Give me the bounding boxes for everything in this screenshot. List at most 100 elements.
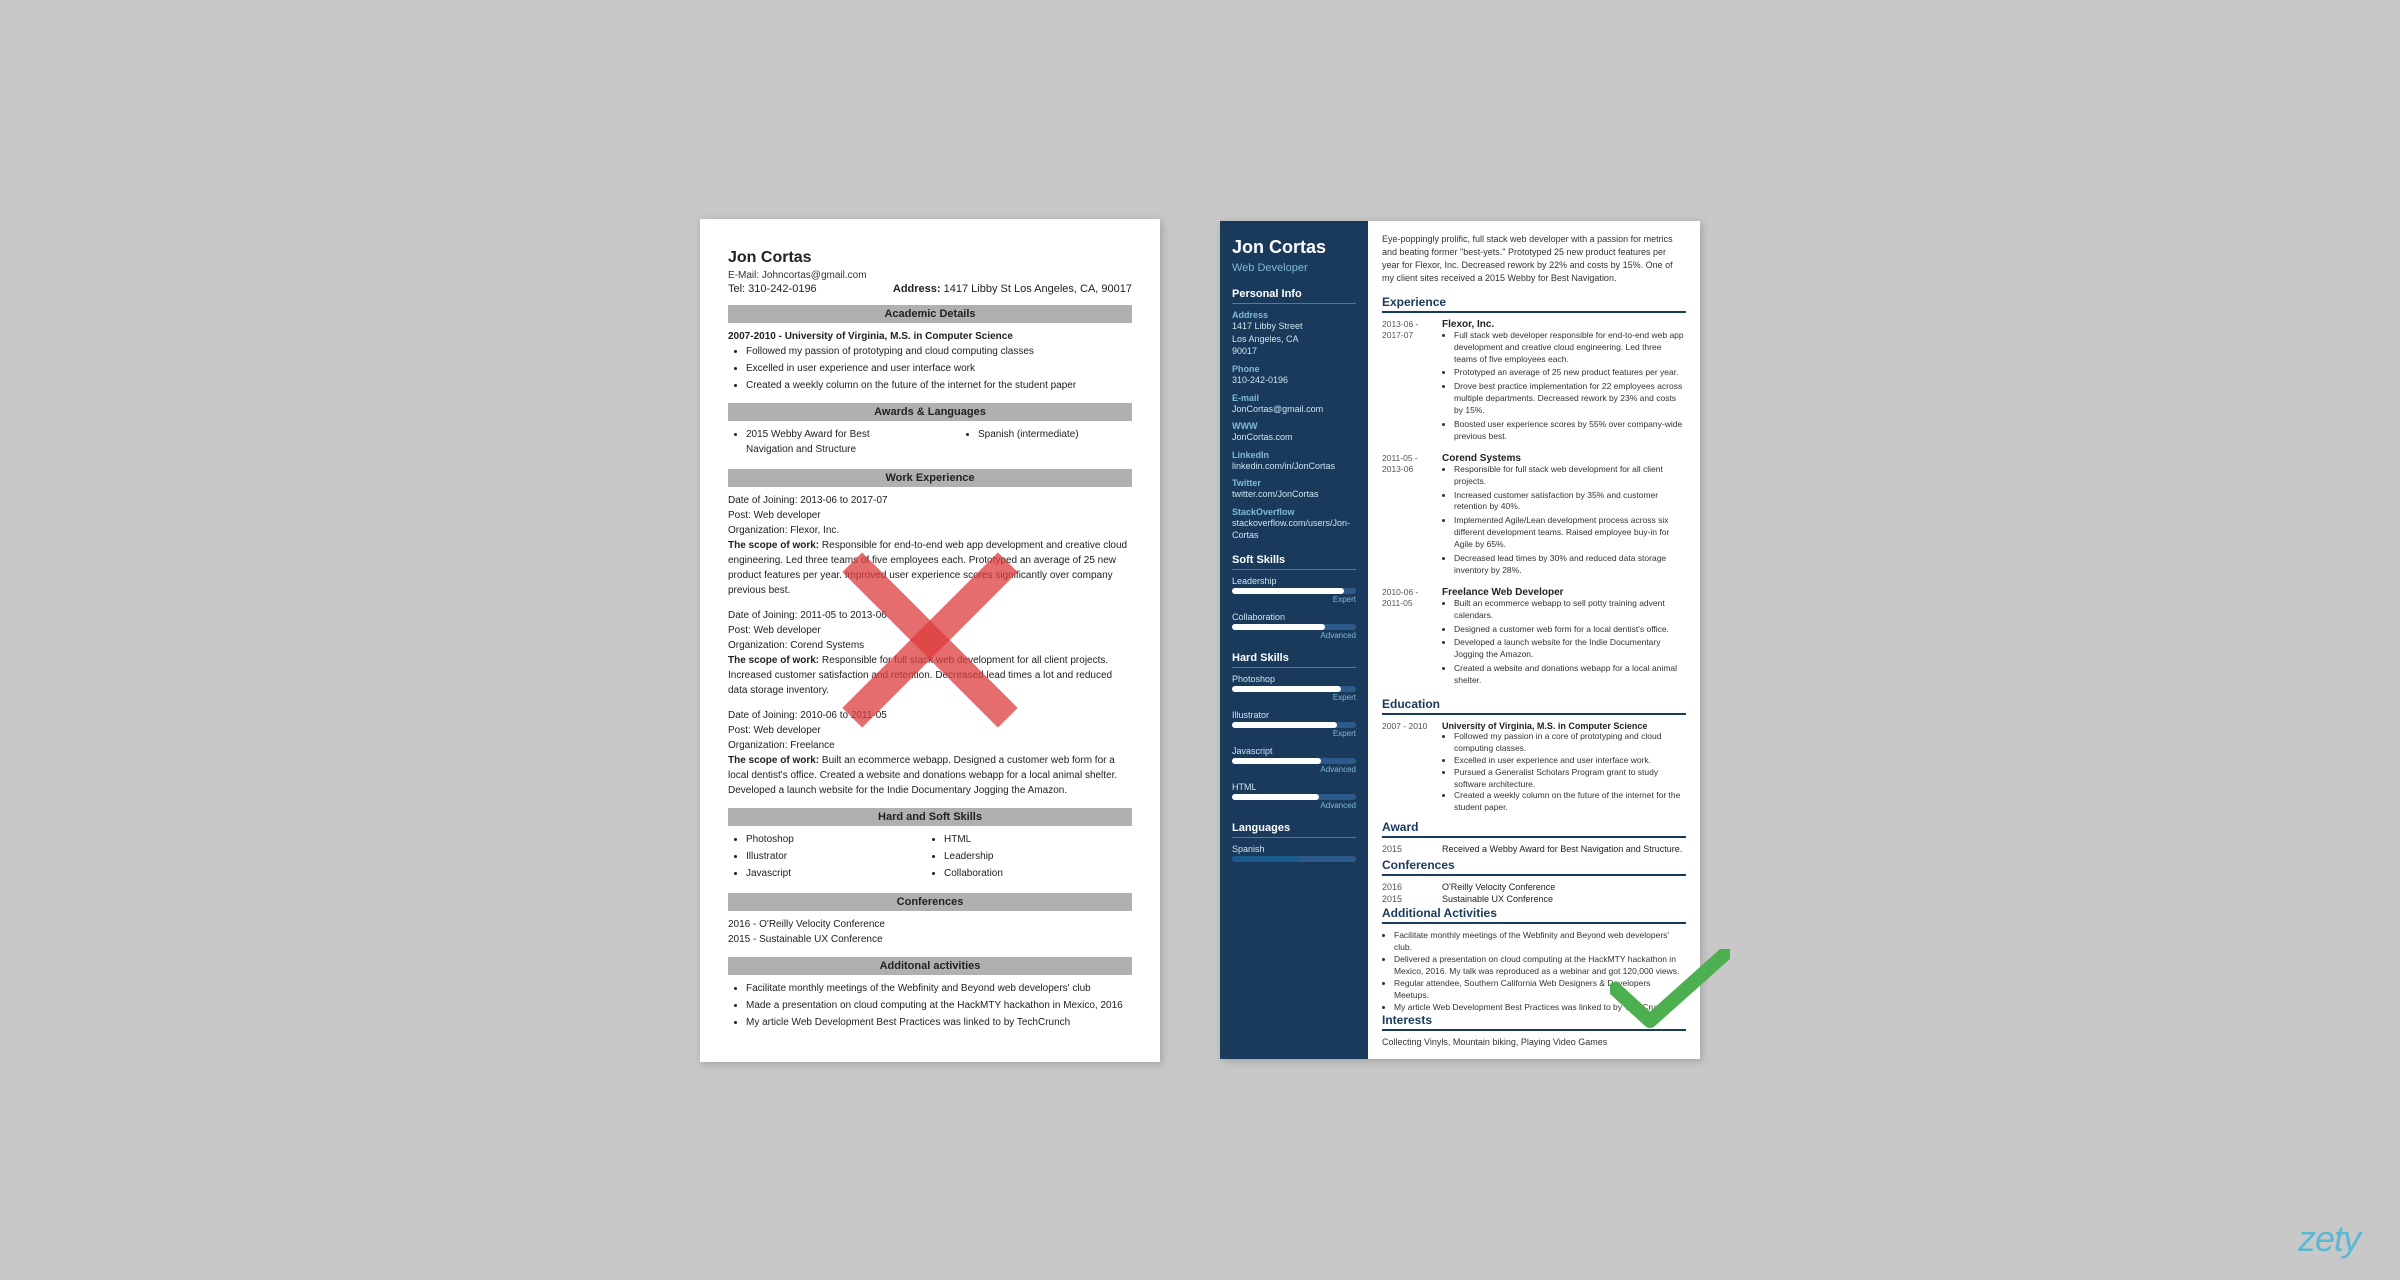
left-activities-list: Facilitate monthly meetings of the Webfi…: [728, 981, 1132, 1030]
left-academic-period: 2007-2010 - University of Virginia, M.S.…: [728, 329, 1132, 344]
skill-leadership-label: Leadership: [1232, 576, 1356, 586]
list-item: Drove best practice implementation for 2…: [1454, 381, 1686, 417]
skill-spanish-fill: [1232, 856, 1300, 862]
list-item: Followed my passion in a core of prototy…: [1454, 731, 1686, 755]
skill-collaboration: Collaboration Advanced: [1232, 612, 1356, 640]
sidebar-address-label: Address: [1232, 310, 1356, 320]
list-item: Regular attendee, Southern California We…: [1394, 978, 1686, 1002]
conf-year-2: 2015: [1382, 894, 1434, 904]
sidebar-www-label: WWW: [1232, 421, 1356, 431]
skill-html-track: [1232, 794, 1356, 800]
list-item: Photoshop: [746, 832, 934, 847]
sidebar-www: JonCortas.com: [1232, 431, 1356, 444]
award-entry: 2015 Received a Webby Award for Best Nav…: [1382, 844, 1686, 854]
left-email: E-Mail: Johncortas@gmail.com: [728, 270, 1132, 281]
exp-detail-2: Corend Systems Responsible for full stac…: [1442, 453, 1686, 579]
edu-detail-1: University of Virginia, M.S. in Computer…: [1442, 721, 1686, 814]
left-skills-list: Photoshop Illustrator Javascript HTML Le…: [728, 832, 1132, 883]
list-item: HTML: [944, 832, 1132, 847]
conf-entry-2: 2015 Sustainable UX Conference: [1382, 894, 1686, 904]
sidebar-phone: 310-242-0196: [1232, 374, 1356, 387]
list-item: Leadership: [944, 849, 1132, 864]
left-work-content: Date of Joining: 2013-06 to 2017-07 Post…: [728, 493, 1132, 798]
list-item: Excelled in user experience and user int…: [1454, 755, 1686, 767]
left-contact-row: Tel: 310-242-0196 Address: 1417 Libby St…: [728, 283, 1132, 295]
left-tel: Tel: 310-242-0196: [728, 283, 817, 295]
skill-illustrator-track: [1232, 722, 1356, 728]
skill-javascript-track: [1232, 758, 1356, 764]
exp-date-1: 2013-06 - 2017-07: [1382, 319, 1434, 445]
work-entry-1: Date of Joining: 2013-06 to 2017-07 Post…: [728, 493, 1132, 598]
sidebar-hard-skills-title: Hard Skills: [1232, 652, 1356, 668]
sidebar-email-label: E-mail: [1232, 393, 1356, 403]
exp-detail-3: Freelance Web Developer Built an ecommer…: [1442, 587, 1686, 689]
exp-entry-1: 2013-06 - 2017-07 Flexor, Inc. Full stac…: [1382, 319, 1686, 445]
left-academic-bullets: Followed my passion of prototyping and c…: [728, 344, 1132, 393]
left-awards-list1: 2015 Webby Award for Best Navigation and…: [728, 427, 900, 459]
conf-entry-1: 2016 O'Reilly Velocity Conference: [1382, 882, 1686, 892]
sidebar-stackoverflow-label: StackOverflow: [1232, 507, 1356, 517]
zety-logo: zety: [2298, 1218, 2360, 1260]
work-post-1: Post: Web developer: [728, 508, 1132, 523]
skill-collaboration-track: [1232, 624, 1356, 630]
right-title: Web Developer: [1232, 262, 1356, 274]
left-awards-header: Awards & Languages: [728, 403, 1132, 421]
right-activities-list: Facilitate monthly meetings of the Webfi…: [1382, 930, 1686, 1013]
work-date-3: Date of Joining: 2010-06 to 2011-05: [728, 708, 1132, 723]
work-org-2: Organization: Corend Systems: [728, 638, 1132, 653]
skill-photoshop: Photoshop Expert: [1232, 674, 1356, 702]
page-container: Jon Cortas E-Mail: Johncortas@gmail.com …: [0, 0, 2400, 1280]
left-awards-list2: Spanish (intermediate): [960, 427, 1132, 459]
skill-javascript: Javascript Advanced: [1232, 746, 1356, 774]
skill-collaboration-fill: [1232, 624, 1325, 630]
skill-collaboration-sublabel: Advanced: [1232, 631, 1356, 640]
sidebar-languages-title: Languages: [1232, 822, 1356, 838]
list-item: Excelled in user experience and user int…: [746, 361, 1132, 376]
edu-bullets-1: Followed my passion in a core of prototy…: [1442, 731, 1686, 814]
skill-spanish-track: [1232, 856, 1356, 862]
left-awards-content: 2015 Webby Award for Best Navigation and…: [728, 427, 1132, 459]
list-item: 2015 - Sustainable UX Conference: [728, 932, 1132, 947]
work-date-2: Date of Joining: 2011-05 to 2013-06: [728, 608, 1132, 623]
sidebar-address-line1: 1417 Libby Street: [1232, 320, 1356, 333]
work-date-1: Date of Joining: 2013-06 to 2017-07: [728, 493, 1132, 508]
list-item: 2015 Webby Award for Best Navigation and…: [746, 427, 900, 457]
list-item: Collaboration: [944, 866, 1132, 881]
exp-bullets-3: Built an ecommerce webapp to sell potty …: [1442, 598, 1686, 687]
list-item: Created a weekly column on the future of…: [746, 378, 1132, 393]
work-org-1: Organization: Flexor, Inc.: [728, 523, 1132, 538]
list-item: Developed a launch website for the Indie…: [1454, 637, 1686, 661]
skill-photoshop-fill: [1232, 686, 1341, 692]
skill-photoshop-sublabel: Expert: [1232, 693, 1356, 702]
exp-bullets-1: Full stack web developer responsible for…: [1442, 330, 1686, 443]
left-address-label: Address:: [893, 283, 941, 295]
resume-left: Jon Cortas E-Mail: Johncortas@gmail.com …: [700, 219, 1160, 1062]
list-item: 2016 - O'Reilly Velocity Conference: [728, 917, 1132, 932]
skill-leadership-fill: [1232, 588, 1344, 594]
right-edu-header: Education: [1382, 697, 1686, 715]
list-item: Decreased lead times by 30% and reduced …: [1454, 553, 1686, 577]
work-entry-3: Date of Joining: 2010-06 to 2011-05 Post…: [728, 708, 1132, 798]
work-entry-2: Date of Joining: 2011-05 to 2013-06 Post…: [728, 608, 1132, 698]
right-interests: Collecting Vinyls, Mountain biking, Play…: [1382, 1037, 1686, 1047]
work-post-2: Post: Web developer: [728, 623, 1132, 638]
left-activities-content: Facilitate monthly meetings of the Webfi…: [728, 981, 1132, 1030]
sidebar-twitter: twitter.com/JonCortas: [1232, 488, 1356, 501]
list-item: Full stack web developer responsible for…: [1454, 330, 1686, 366]
list-item: Created a weekly column on the future of…: [1454, 790, 1686, 814]
work-scope-1: The scope of work: Responsible for end-t…: [728, 538, 1132, 598]
exp-date-2: 2011-05 - 2013-06: [1382, 453, 1434, 579]
main-content: Eye-poppingly prolific, full stack web d…: [1368, 221, 1700, 1060]
list-item: Responsible for full stack web developme…: [1454, 464, 1686, 488]
list-item: My article Web Development Best Practice…: [1394, 1002, 1686, 1014]
left-address-value: 1417 Libby St Los Angeles, CA, 90017: [944, 283, 1132, 295]
right-activities-header: Additional Activities: [1382, 906, 1686, 924]
list-item: My article Web Development Best Practice…: [746, 1015, 1132, 1030]
left-conf-header: Conferences: [728, 893, 1132, 911]
skill-html-sublabel: Advanced: [1232, 801, 1356, 810]
skill-javascript-sublabel: Advanced: [1232, 765, 1356, 774]
left-conf-content: 2016 - O'Reilly Velocity Conference 2015…: [728, 917, 1132, 947]
skill-leadership-sublabel: Expert: [1232, 595, 1356, 604]
skill-javascript-fill: [1232, 758, 1321, 764]
skill-html-fill: [1232, 794, 1319, 800]
